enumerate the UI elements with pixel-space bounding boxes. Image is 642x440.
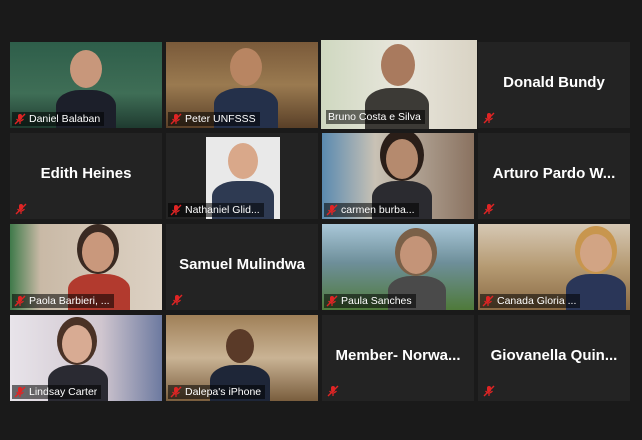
participant-display-name: Donald Bundy <box>503 74 605 91</box>
microphone-muted-icon <box>171 294 183 306</box>
participant-tile-lindsay-carter[interactable]: Lindsay Carter <box>10 315 162 401</box>
participant-display-name: Giovanella Quin... <box>490 347 618 364</box>
participant-tile-paula-sanches[interactable]: Paula Sanches <box>322 224 474 310</box>
participant-tile-dalepas-iphone[interactable]: Dalepa's iPhone <box>166 315 318 401</box>
participant-name-label: Dalepa's iPhone <box>168 385 266 399</box>
participant-name-label: carmen burba... <box>324 203 419 217</box>
participant-tile-edith-heines[interactable]: Edith Heines <box>10 133 162 219</box>
microphone-muted-icon <box>483 203 495 215</box>
microphone-muted-icon <box>170 113 182 125</box>
participant-name-label: Lindsay Carter <box>12 385 102 399</box>
microphone-muted-icon <box>15 203 27 215</box>
participant-tile-peter-unfsss[interactable]: Peter UNFSSS <box>166 42 318 128</box>
microphone-muted-icon <box>482 295 494 307</box>
microphone-muted-icon <box>14 386 26 398</box>
participant-display-name: Samuel Mulindwa <box>179 256 305 273</box>
microphone-muted-icon <box>326 204 338 216</box>
microphone-muted-icon <box>14 113 26 125</box>
microphone-muted-icon <box>483 112 495 124</box>
participant-name-label: Daniel Balaban <box>12 112 105 126</box>
participant-display-name: Arturo Pardo W... <box>492 165 616 182</box>
microphone-muted-icon <box>483 385 495 397</box>
participant-display-name: Edith Heines <box>40 165 132 182</box>
participant-tile-member-norwa[interactable]: Member- Norwa... <box>322 315 474 401</box>
participant-name-label: Nathaniel Glid... <box>168 203 264 217</box>
participant-tile-carmen-burba[interactable]: carmen burba... <box>322 133 474 219</box>
participant-tile-bruno-costa-e-silva[interactable]: Bruno Costa e Silva <box>321 40 477 129</box>
participant-display-name: Member- Norwa... <box>335 347 461 364</box>
participant-name-label: Canada Gloria ... <box>480 294 581 308</box>
microphone-muted-icon <box>170 204 182 216</box>
microphone-muted-icon <box>170 386 182 398</box>
microphone-muted-icon <box>14 295 26 307</box>
participant-tile-donald-bundy[interactable]: Donald Bundy <box>478 42 630 128</box>
participant-name-label: Bruno Costa e Silva <box>326 110 425 124</box>
participant-name-label: Peter UNFSSS <box>168 112 260 126</box>
participant-tile-arturo-pardo[interactable]: Arturo Pardo W... <box>478 133 630 219</box>
participant-tile-canada-gloria[interactable]: Canada Gloria ... <box>478 224 630 310</box>
participant-tile-daniel-balaban[interactable]: Daniel Balaban <box>10 42 162 128</box>
participant-tile-samuel-mulindwa[interactable]: Samuel Mulindwa <box>166 224 318 310</box>
participant-name-label: Paola Barbieri, ... <box>12 294 114 308</box>
microphone-muted-icon <box>326 295 338 307</box>
participant-tile-nathaniel-glid[interactable]: Nathaniel Glid... <box>166 133 318 219</box>
gallery-view: Daniel Balaban Peter UNFSSS Bruno Costa … <box>0 0 642 440</box>
participant-tile-giovanella-quin[interactable]: Giovanella Quin... <box>478 315 630 401</box>
participant-name-label: Paula Sanches <box>324 294 416 308</box>
participant-tile-paola-barbieri[interactable]: Paola Barbieri, ... <box>10 224 162 310</box>
microphone-muted-icon <box>327 385 339 397</box>
